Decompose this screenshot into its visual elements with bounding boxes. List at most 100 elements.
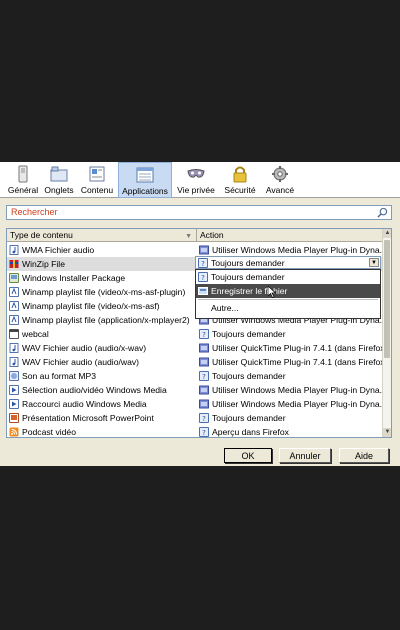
content-type-cell: Sélection audio/vidéo Windows Media [7,383,197,397]
tab-securite[interactable]: Sécurité [220,162,260,198]
action-cell[interactable]: ? Toujours demander [197,327,383,341]
scroll-down-arrow-icon[interactable]: ▼ [383,428,391,437]
content-type-label: WAV Fichier audio (audio/wav) [22,357,140,367]
plugin-icon [199,399,209,409]
table-row[interactable]: WAV Fichier audio (audio/wav) Utiliser Qu… [7,355,383,369]
action-label: Aperçu dans Firefox [212,427,289,437]
tab-vie-privee[interactable]: Vie privée [174,162,218,198]
action-label: Toujours demander [212,329,286,339]
content-type-label: Présentation Microsoft PowerPoint [22,413,154,423]
content-type-cell: Winamp playlist file (video/x-ms-asf-plu… [7,285,197,299]
action-label: Toujours demander [212,371,286,381]
action-cell[interactable]: ? Toujours demander [197,369,383,383]
content-type-cell: Podcast vidéo [7,425,197,437]
tab-general[interactable]: Général [6,162,40,198]
action-label: Utiliser Windows Media Player Plug-in Dy… [212,385,383,395]
table-row[interactable]: Raccourci audio Windows Media Utiliser Wi… [7,397,383,411]
winzip-icon [9,260,19,268]
content-type-label: Winamp playlist file (video/x-ms-asf-plu… [22,287,186,297]
scroll-thumb[interactable] [384,240,390,358]
installer-icon [9,273,19,283]
question-icon: ? [199,329,209,339]
question-icon: ? [199,371,209,381]
media-icon [9,385,19,395]
action-label: Utiliser Windows Media Player Plug-in Dy… [212,245,383,255]
content-type-cell: Raccourci audio Windows Media [7,397,197,411]
menu-item-enregistrer-fichier[interactable]: Enregistrer le fichier [196,284,380,298]
menu-separator [198,299,378,300]
action-cell[interactable]: Utiliser Windows Media Player Plug-in Dy… [197,383,383,397]
svg-text:?: ? [201,274,205,282]
list-header: Type de contenu ▼ Action [7,229,383,242]
winamp-icon [9,301,19,311]
scroll-up-arrow-icon[interactable]: ▲ [383,229,391,238]
plugin-icon [199,385,209,395]
mp3-icon [9,371,19,381]
question-icon: ? [198,257,208,268]
svg-text:?: ? [201,260,205,268]
action-cell[interactable]: Utiliser QuickTime Plug-in 7.4.1 (dans F… [197,355,383,369]
action-cell[interactable]: ? Toujours demander [197,411,383,425]
content-type-cell: webcal [7,327,197,341]
gear-icon [272,166,288,182]
content-type-label: Sélection audio/vidéo Windows Media [22,385,167,395]
table-row[interactable]: WMA Fichier audio Utiliser Windows Media … [7,243,383,257]
plugin-icon [199,357,209,367]
mouse-cursor-icon [268,286,276,298]
chevron-down-icon[interactable]: ▼ [369,258,379,267]
switch-icon [18,165,28,183]
plugin-icon [199,343,209,353]
tab-contenu[interactable]: Contenu [78,162,116,198]
search-icon[interactable] [377,207,388,218]
content-type-cell: WAV Fichier audio (audio/wav) [7,355,197,369]
audio-file-icon [9,343,19,353]
action-cell[interactable]: Utiliser QuickTime Plug-in 7.4.1 (dans F… [197,341,383,355]
search-input[interactable]: Rechercher [6,205,392,220]
question-icon: ? [199,427,209,437]
help-button[interactable]: Aide [339,448,389,463]
winamp-icon [9,287,19,297]
plugin-icon [199,245,209,255]
action-label: Utiliser QuickTime Plug-in 7.4.1 (dans F… [212,343,383,353]
table-row[interactable]: Sélection audio/vidéo Windows Media Utili… [7,383,383,397]
content-type-label: Windows Installer Package [22,273,126,283]
action-cell[interactable]: ? Aperçu dans Firefox [197,425,383,437]
content-type-label: WinZip File [22,259,65,269]
content-type-label: Podcast vidéo [22,427,76,437]
content-icon [89,166,105,182]
menu-item-autre[interactable]: Autre... [196,301,380,315]
action-cell[interactable]: Utiliser Windows Media Player Plug-in Dy… [197,397,383,411]
tab-applications[interactable]: Applications [118,162,172,198]
search-placeholder: Rechercher [11,207,58,217]
lock-icon [233,166,247,183]
menu-item-toujours-demander[interactable]: ? Toujours demander [196,270,380,284]
table-row[interactable]: webcal? Toujours demander [7,327,383,341]
content-type-cell: Winamp playlist file (video/x-ms-asf) [7,299,197,313]
cancel-button[interactable]: Annuler [279,448,331,463]
vertical-scrollbar[interactable]: ▲ ▼ [382,229,391,437]
content-type-label: Son au format MP3 [22,371,97,381]
tab-avance[interactable]: Avancé [262,162,298,198]
column-header-type[interactable]: Type de contenu ▼ [7,229,197,242]
table-row[interactable]: Podcast vidéo? Aperçu dans Firefox [7,425,383,437]
action-label: Toujours demander [212,413,286,423]
ok-button[interactable]: OK [224,448,272,463]
content-type-cell: Windows Installer Package [7,271,197,285]
powerpoint-icon [9,413,19,423]
webcal-icon [9,329,19,339]
question-icon: ? [199,413,209,423]
svg-text:?: ? [202,331,206,339]
content-type-label: Winamp playlist file (application/x-mpla… [22,315,190,325]
table-row[interactable]: WAV Fichier audio (audio/x-wav) Utiliser … [7,341,383,355]
question-icon: ? [198,272,208,282]
options-toolbar: Général Onglets Contenu Applications Vie… [0,162,400,198]
svg-text:?: ? [202,429,206,437]
content-type-label: WAV Fichier audio (audio/x-wav) [22,343,147,353]
action-select[interactable]: ? Toujours demander ▼ [195,256,381,269]
table-row[interactable]: Son au format MP3? Toujours demander [7,369,383,383]
column-header-action[interactable]: Action [197,229,383,242]
tab-onglets[interactable]: Onglets [42,162,76,198]
content-type-cell: Winamp playlist file (application/x-mpla… [7,313,197,327]
action-cell[interactable]: Utiliser Windows Media Player Plug-in Dy… [197,243,383,257]
table-row[interactable]: Présentation Microsoft PowerPoint? Toujou… [7,411,383,425]
